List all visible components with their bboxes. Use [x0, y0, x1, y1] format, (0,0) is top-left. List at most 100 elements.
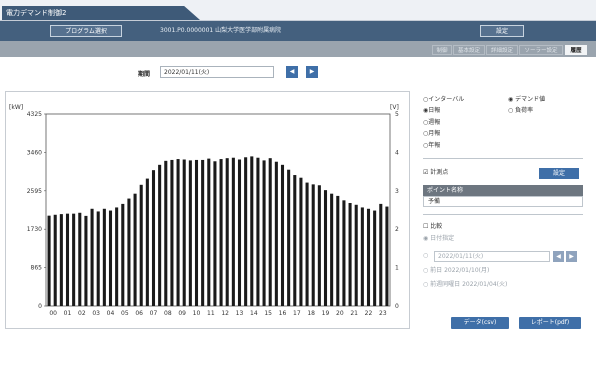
compare-prev-button[interactable]: ◀ — [553, 251, 564, 262]
measure-settings-button[interactable]: 設定 — [539, 168, 579, 179]
x-tick-label: 17 — [293, 310, 301, 317]
demand-bar — [108, 210, 113, 306]
x-tick-label: 19 — [322, 310, 330, 317]
divider — [423, 214, 583, 215]
x-tick-label: 21 — [350, 310, 358, 317]
y-axis-unit-left: [kW] — [9, 104, 23, 111]
tab-bar: 電力デマンド制御2 — [0, 0, 596, 21]
period-date-field[interactable]: 2022/01/11(火) — [160, 66, 274, 78]
demand-bar — [336, 195, 340, 306]
x-tick-label: 01 — [64, 310, 72, 317]
demand-bar — [53, 214, 57, 306]
compare-label: 比較 — [430, 223, 443, 230]
yearly-radio[interactable]: ○年報 — [423, 141, 440, 150]
load-factor-radio[interactable]: ○ 負荷率 — [508, 106, 533, 115]
demand-bar — [145, 178, 149, 306]
x-tick-label: 03 — [92, 310, 100, 317]
y-tick-label-left: 865 — [31, 265, 43, 272]
weekly-radio[interactable]: ○週報 — [423, 118, 440, 127]
next-period-button[interactable]: ▶ — [306, 66, 318, 78]
demand-bar — [188, 160, 192, 306]
measure-point-checkbox[interactable]: ☑ 計測点 — [423, 168, 448, 178]
report-pdf-button[interactable]: レポート(pdf) — [519, 317, 581, 329]
demand-bar — [59, 214, 63, 306]
demand-bar — [305, 182, 309, 306]
y-ticks-right: 5 4 3 2 1 0 — [395, 111, 399, 310]
x-tick-label: 09 — [178, 310, 186, 317]
demand-bar — [84, 215, 88, 306]
demand-bar — [164, 160, 168, 306]
tab-basic-settings[interactable]: 基本設定 — [453, 45, 485, 55]
compare-date-field[interactable]: 2022/01/11(火) — [434, 251, 550, 262]
y-tick-label-right: 1 — [395, 265, 399, 272]
y-tick-label-left: 3460 — [27, 149, 42, 156]
tab-control[interactable]: 制御 — [432, 45, 452, 55]
x-tick-label: 23 — [379, 310, 387, 317]
program-select-button[interactable]: プログラム選択 — [50, 25, 122, 37]
weekly-radio-label: 週報 — [428, 119, 441, 126]
demand-bar — [90, 208, 94, 306]
demand-bar — [207, 158, 211, 306]
compare-date-radio-label: 日付指定 — [430, 235, 455, 242]
demand-bar — [379, 203, 383, 306]
compare-date-radio[interactable]: ◉ 日付指定 — [423, 234, 454, 243]
bars — [47, 156, 389, 306]
demand-bar — [78, 212, 82, 306]
compare-date-select-radio[interactable]: ○ — [423, 251, 428, 260]
previous-period-button[interactable]: ◀ — [286, 66, 298, 78]
demand-bar — [330, 193, 334, 306]
point-table-header: ポイント名称 — [423, 185, 583, 196]
demand-bar — [219, 159, 223, 306]
x-tick-label: 12 — [221, 310, 229, 317]
demand-bar — [280, 164, 285, 306]
tab-demand-control[interactable]: 電力デマンド制御2 — [2, 6, 200, 20]
previous-day-radio-label: 前日 2022/01/10(月) — [430, 267, 490, 274]
y-tick-label-right: 3 — [395, 188, 399, 195]
demand-bar — [274, 161, 278, 306]
daily-radio[interactable]: ◉日報 — [423, 106, 440, 115]
demand-bar — [373, 210, 377, 306]
demand-bar — [127, 198, 131, 306]
y-ticks-left: 4325 3460 2595 1730 865 0 — [27, 111, 46, 310]
measure-point-label: 計測点 — [430, 169, 449, 176]
demand-bar-chart: [kW] [V] 43253460259517308650 543210 00 0… — [9, 104, 399, 317]
x-tick-label: 20 — [336, 310, 344, 317]
demand-bar — [72, 213, 76, 306]
data-csv-button[interactable]: データ(csv) — [451, 317, 509, 329]
demand-bar — [65, 213, 70, 306]
demand-bar — [268, 158, 272, 306]
demand-value-radio-label: デマンド値 — [515, 96, 546, 103]
x-tick-label: 16 — [279, 310, 287, 317]
x-tick-label: 08 — [164, 310, 172, 317]
tab-detail-settings[interactable]: 詳細設定 — [486, 45, 518, 55]
toolbar: プログラム選択 3001.P0.0000001 山梨大学医学部附属病院 設定 — [0, 21, 596, 41]
control-panel: ○インターバル ◉ デマンド値 ◉日報 ○ 負荷率 ○週報 ○月報 ○年報 ☑ … — [423, 91, 583, 391]
demand-bar — [194, 159, 199, 306]
demand-bar — [158, 164, 162, 306]
yearly-radio-label: 年報 — [428, 142, 441, 149]
demand-bar — [231, 157, 235, 306]
tab-history[interactable]: 履歴 — [565, 45, 587, 55]
y-axis-unit-right: [V] — [390, 104, 399, 111]
demand-bar — [115, 207, 119, 306]
period-label: 期間 — [138, 71, 151, 78]
y-tick-label-right: 0 — [395, 303, 399, 310]
demand-bar — [299, 177, 303, 306]
point-table-row[interactable]: 予備 — [423, 196, 583, 207]
y-tick-label-left: 4325 — [27, 111, 42, 118]
x-tick-label: 15 — [264, 310, 272, 317]
previous-week-radio[interactable]: ○ 前週同曜日 2022/01/04(火) — [423, 280, 507, 289]
compare-checkbox[interactable]: ☐ 比較 — [423, 222, 442, 232]
demand-bar — [348, 203, 352, 306]
tab-solar-settings[interactable]: ソーラー設定 — [519, 45, 563, 55]
demand-bar — [176, 159, 180, 306]
demand-bar — [323, 190, 328, 306]
y-tick-label-right: 5 — [395, 111, 399, 118]
demand-value-radio[interactable]: ◉ デマンド値 — [508, 95, 545, 104]
x-tick-label: 00 — [49, 310, 57, 317]
compare-next-button[interactable]: ▶ — [566, 251, 577, 262]
interval-radio[interactable]: ○インターバル — [423, 95, 464, 104]
previous-day-radio[interactable]: ○ 前日 2022/01/10(月) — [423, 266, 489, 275]
monthly-radio[interactable]: ○月報 — [423, 129, 440, 138]
settings-button[interactable]: 設定 — [480, 25, 524, 37]
